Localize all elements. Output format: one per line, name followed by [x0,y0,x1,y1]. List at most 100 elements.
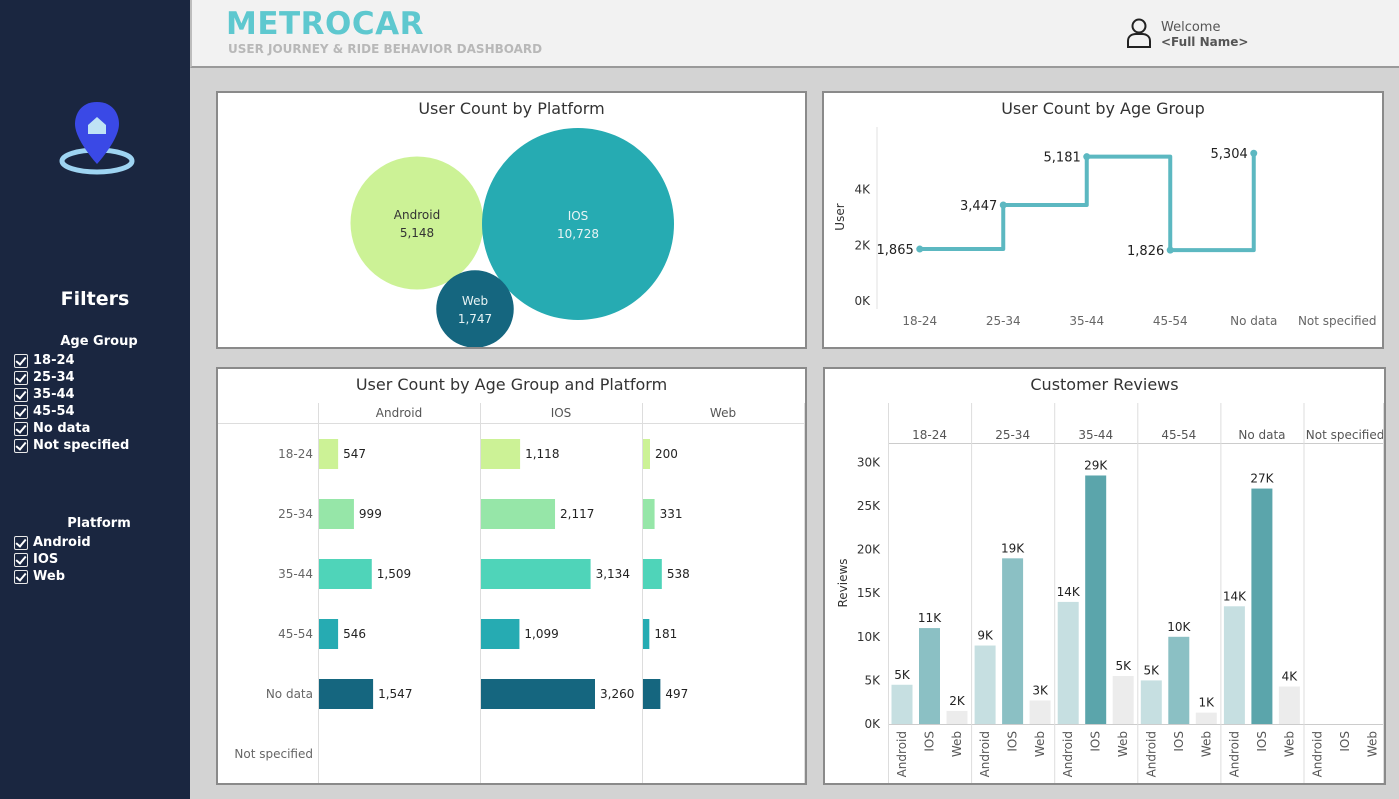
age-group-option-not-specified[interactable]: Not specified [0,437,190,454]
x-tick-label-not-specified: Not specified [1298,314,1377,328]
bar-label-18-24-ios: 1,118 [525,447,559,461]
age-group-option-45-54[interactable]: 45-54 [0,403,190,420]
x-tick-label-45-54: 45-54 [1153,314,1188,328]
bar-no-data-ios [1251,488,1273,724]
platform-option-android[interactable]: Android [0,534,190,551]
checkbox-checked-icon[interactable] [14,421,28,436]
age-group-option-35-44[interactable]: 35-44 [0,386,190,403]
bubble-value-android: 5,148 [400,226,434,240]
y-tick-label: 30K [857,455,881,469]
row-label-45-54: 45-54 [278,627,313,641]
age-group-option-25-34[interactable]: 25-34 [0,369,190,386]
bar-label-35-44-android: 1,509 [377,567,411,581]
bar-label-25-34-web: 331 [660,507,683,521]
reviews-panel: Customer Reviews Reviews 0K 5K 10K 15K 20K 25K… [823,367,1386,785]
platform-option-label: Web [33,569,65,584]
y-tick-label: 20K [857,543,881,557]
user-icon[interactable] [1126,18,1152,48]
bar-no-data-web [1278,686,1300,724]
data-point-45-54 [1166,246,1174,254]
column-header-ios: IOS [551,406,572,420]
age-group-option-label: 25-34 [33,370,75,385]
group-header-45-54: 45-54 [1161,428,1196,442]
age-group-option-label: No data [33,421,91,436]
data-point-no-data [1250,149,1258,157]
x-tick-label-ios: IOS [1089,731,1103,752]
checkbox-checked-icon[interactable] [14,387,28,402]
bar-no-data-ios [481,679,595,709]
platform-option-ios[interactable]: IOS [0,551,190,568]
age-platform-panel: User Count by Age Group and Platform And… [216,367,807,785]
bar-45-54-ios [1168,636,1190,724]
x-tick-label-18-24: 18-24 [902,314,937,328]
bubble-android [350,156,484,290]
data-point-18-24 [916,245,924,253]
x-tick-label-ios: IOS [1006,731,1020,752]
bar-label-25-34-android: 9K [977,629,994,643]
row-label-not-specified: Not specified [234,747,313,761]
checkbox-checked-icon[interactable] [14,569,28,584]
age-group-option-label: Not specified [33,438,130,453]
data-label-18-24: 1,865 [877,243,914,258]
bar-label-45-54-web: 1K [1199,696,1216,710]
bubble-ios [482,128,674,320]
bar-label-25-34-web: 3K [1032,683,1049,697]
platform-bubble-chart: Android 5,148 IOS 10,728 Web 1,747 [350,128,674,347]
bar-25-34-web [1029,700,1051,724]
y-tick-label: 2K [854,238,871,252]
checkbox-checked-icon[interactable] [14,535,28,550]
y-tick-label: 0K [864,717,881,731]
bar-label-18-24-android: 547 [343,447,366,461]
age-line-panel: User Count by Age Group User 0K 2K 4K 18-24 2… [822,91,1384,349]
bar-25-34-android [974,645,996,724]
checkbox-checked-icon[interactable] [14,370,28,385]
bar-18-24-android [319,439,339,469]
y-tick-label: 25K [857,499,881,513]
bar-25-34-android [319,499,354,529]
bubble-value-ios: 10,728 [557,227,599,241]
y-tick-label: 4K [854,183,871,197]
bar-18-24-android [891,684,913,724]
bar-label-no-data-web: 4K [1282,670,1299,684]
user-full-name: <Full Name> [1161,35,1249,49]
age-group-option-no-data[interactable]: No data [0,420,190,437]
checkbox-checked-icon[interactable] [14,404,28,419]
column-header-android: Android [376,406,422,420]
x-tick-label-android: Android [1227,731,1241,777]
age-group-option-18-24[interactable]: 18-24 [0,352,190,369]
bar-35-44-android [1057,601,1079,724]
x-tick-label-ios: IOS [1255,731,1269,752]
row-label-no-data: No data [266,687,313,701]
x-tick-label-android: Android [1061,731,1075,777]
checkbox-checked-icon[interactable] [14,438,28,453]
header: METROCAR USER JOURNEY & RIDE BEHAVIOR DA… [190,0,1399,68]
bar-label-18-24-ios: 11K [918,611,942,625]
group-header-no-data: No data [1238,428,1285,442]
checkbox-checked-icon[interactable] [14,552,28,567]
platform-option-web[interactable]: Web [0,568,190,585]
bar-18-24-web [643,439,650,469]
bar-45-54-android [319,619,339,649]
bubble-label-ios: IOS [568,209,589,223]
data-label-35-44: 5,181 [1044,151,1081,166]
y-tick-label: 10K [857,630,881,644]
checkbox-checked-icon[interactable] [14,353,28,368]
bar-35-44-web [1112,676,1134,724]
bar-label-35-44-ios: 29K [1084,458,1108,472]
bar-no-data-android [1223,606,1245,724]
x-tick-label-web: Web [1366,731,1380,757]
age-group-option-label: 18-24 [33,353,75,368]
bar-label-45-54-web: 181 [654,627,677,641]
x-tick-label-web: Web [1199,731,1213,757]
bubble-web [436,270,514,347]
bar-label-45-54-ios: 1,099 [524,627,558,641]
sidebar: Filters Age Group 18-24 25-34 35-44 45-54 No… [0,0,190,799]
age-group-option-label: 35-44 [33,387,75,402]
bar-label-45-54-android: 5K [1144,663,1161,677]
x-tick-label-android: Android [1311,731,1325,777]
bar-label-45-54-android: 546 [343,627,366,641]
x-tick-label-35-44: 35-44 [1069,314,1104,328]
dashboard-subtitle: USER JOURNEY & RIDE BEHAVIOR DASHBOARD [228,42,543,56]
column-header-web: Web [710,406,736,420]
bar-label-no-data-web: 497 [665,687,688,701]
